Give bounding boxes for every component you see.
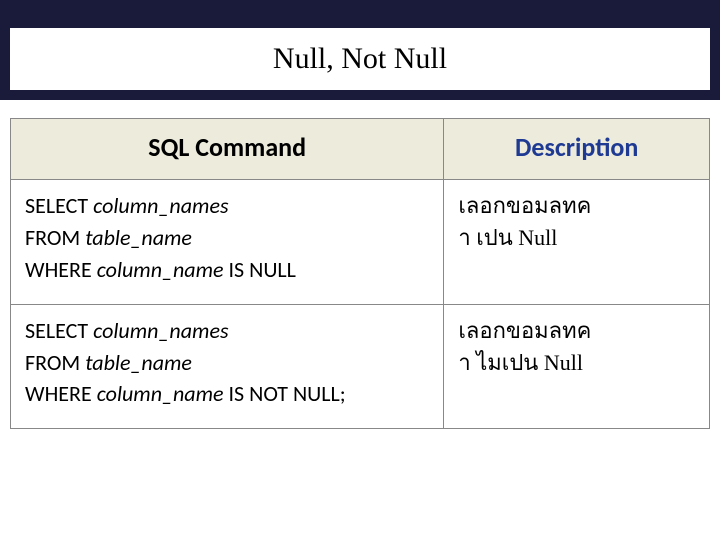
desc-text: เลอกขอมลทค: [458, 193, 591, 218]
sql-ident: table_name: [85, 224, 192, 251]
sql-keyword: FROM: [25, 349, 85, 376]
desc-text: Null: [518, 225, 557, 250]
sql-keyword: SELECT: [25, 192, 93, 219]
sql-keyword: WHERE: [25, 256, 97, 283]
sql-keyword: IS NOT NULL;: [224, 380, 346, 407]
sql-ident: column_names: [93, 317, 228, 344]
table-row: SELECT column_names FROM table_name WHER…: [11, 304, 710, 429]
desc-cell-is-null: เลอกขอมลทค า เปน Null: [444, 180, 710, 305]
header-description: Description: [444, 119, 710, 180]
slide-title: Null, Not Null: [10, 28, 710, 90]
sql-keyword: WHERE: [25, 380, 97, 407]
desc-text: Null: [544, 350, 583, 375]
sql-keyword: FROM: [25, 224, 85, 251]
desc-text: า ไมเปน: [458, 350, 543, 375]
sql-description-table: SQL Command Description SELECT column_na…: [10, 118, 710, 429]
sql-keyword: IS NULL: [224, 256, 296, 283]
sql-ident: column_name: [97, 256, 224, 283]
desc-text: า เปน: [458, 225, 518, 250]
sql-keyword: SELECT: [25, 317, 93, 344]
sql-ident: table_name: [85, 349, 192, 376]
sql-ident: column_name: [97, 380, 224, 407]
table-row: SELECT column_names FROM table_name WHER…: [11, 180, 710, 305]
sql-cell-is-not-null: SELECT column_names FROM table_name WHER…: [11, 304, 444, 429]
title-bar: Null, Not Null: [0, 0, 720, 100]
sql-ident: column_names: [93, 192, 228, 219]
header-sql-command: SQL Command: [11, 119, 444, 180]
table-header-row: SQL Command Description: [11, 119, 710, 180]
desc-cell-is-not-null: เลอกขอมลทค า ไมเปน Null: [444, 304, 710, 429]
desc-text: เลอกขอมลทค: [458, 318, 591, 343]
sql-cell-is-null: SELECT column_names FROM table_name WHER…: [11, 180, 444, 305]
